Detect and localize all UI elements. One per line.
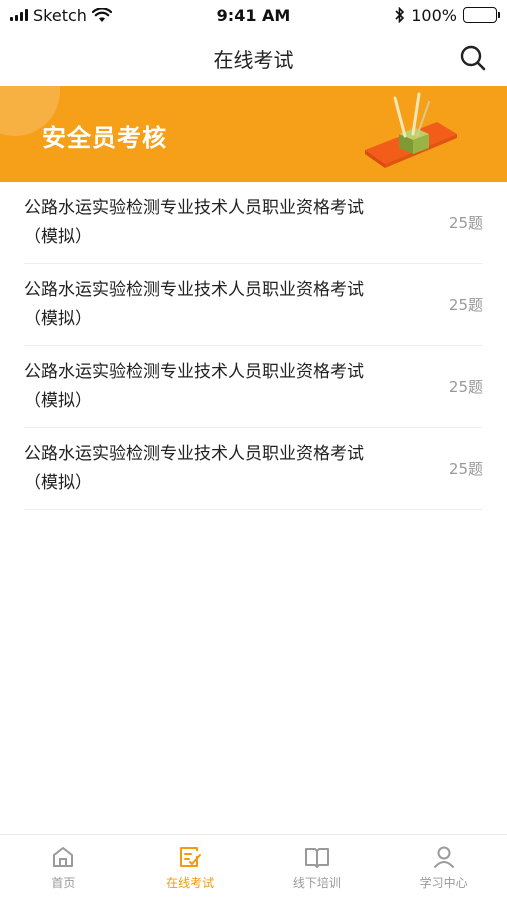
carrier-name: Sketch (33, 5, 87, 25)
tab-online-exam[interactable]: 在线考试 (127, 835, 254, 900)
exam-list: 公路水运实验检测专业技术人员职业资格考试（模拟） 25题 公路水运实验检测专业技… (0, 182, 507, 510)
exam-title: 公路水运实验检测专业技术人员职业资格考试（模拟） (24, 279, 364, 329)
status-left: Sketch (10, 6, 112, 25)
exam-item[interactable]: 公路水运实验检测专业技术人员职业资格考试（模拟） 25题 (24, 428, 483, 510)
exam-question-count: 25题 (448, 378, 483, 396)
tab-label: 线下培训 (292, 876, 341, 890)
exam-question-count: 25题 (448, 214, 483, 232)
exam-illustration-icon (365, 92, 457, 168)
exam-title: 公路水运实验检测专业技术人员职业资格考试（模拟） (24, 361, 364, 411)
exam-item[interactable]: 公路水运实验检测专业技术人员职业资格考试（模拟） 25题 (24, 264, 483, 346)
user-icon (433, 846, 454, 868)
exam-question-count: 25题 (448, 296, 483, 314)
battery-icon (463, 7, 500, 23)
tab-offline-training[interactable]: 线下培训 (254, 835, 381, 900)
status-bar: Sketch 9:41 AM 100% (0, 0, 507, 30)
search-icon[interactable] (459, 44, 487, 72)
signal-icon (10, 9, 28, 21)
exam-icon (180, 847, 202, 867)
bluetooth-icon (395, 7, 405, 23)
wifi-icon (91, 7, 112, 22)
exam-item[interactable]: 公路水运实验检测专业技术人员职业资格考试（模拟） 25题 (24, 182, 483, 264)
banner-title: 安全员考核 (42, 124, 167, 152)
tab-label: 在线考试 (166, 876, 215, 890)
tab-label: 首页 (51, 876, 76, 890)
status-right: 100% (395, 5, 500, 25)
tab-learning-center[interactable]: 学习中心 (380, 835, 507, 900)
category-banner[interactable]: 安全员考核 (0, 86, 507, 182)
navigation-bar: 在线考试 (0, 30, 507, 86)
tab-home[interactable]: 首页 (0, 835, 127, 900)
exam-item[interactable]: 公路水运实验检测专业技术人员职业资格考试（模拟） 25题 (24, 346, 483, 428)
battery-percent: 100% (411, 5, 457, 25)
page-title: 在线考试 (213, 47, 294, 72)
tab-bar: 首页 在线考试 线下培训 学习中心 (0, 834, 507, 900)
home-icon (53, 847, 74, 867)
tab-label: 学习中心 (419, 876, 468, 890)
exam-title: 公路水运实验检测专业技术人员职业资格考试（模拟） (24, 197, 364, 247)
exam-title: 公路水运实验检测专业技术人员职业资格考试（模拟） (24, 443, 364, 493)
book-icon (304, 848, 329, 868)
exam-question-count: 25题 (448, 460, 483, 478)
